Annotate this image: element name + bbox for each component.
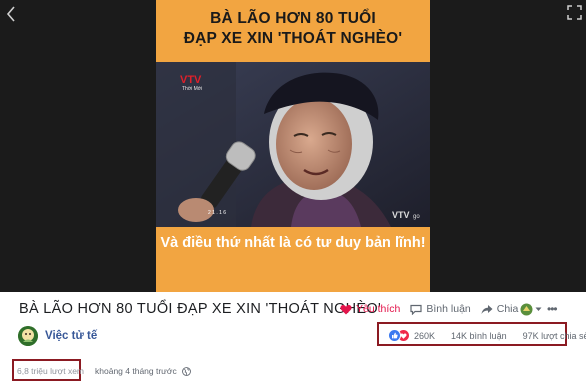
- post-title: BÀ LÃO HƠN 80 TUỔI ĐẠP XE XIN 'THOÁT NGH…: [19, 301, 382, 317]
- video-scene: 2 1 . 1 6 VTV Thời Mới VTV go: [156, 62, 430, 227]
- svg-text:VTV: VTV: [392, 210, 410, 220]
- broadcaster-sub-label: Thời Mới: [182, 86, 203, 92]
- action-bar: Yêu thích Bình luận Chia sẻ: [340, 301, 542, 317]
- reactions[interactable]: 260K: [388, 329, 435, 342]
- video-caption: Và điều thứ nhất là có tư duy bản lĩnh!: [160, 235, 426, 251]
- page-info[interactable]: Việc tử tế: [18, 326, 97, 346]
- vtvgo-logo: VTV go: [392, 210, 420, 220]
- comment-icon: [410, 304, 422, 315]
- comment-count-link[interactable]: 14K bình luận: [451, 331, 507, 341]
- chevron-down-icon[interactable]: [535, 307, 542, 312]
- more-icon[interactable]: •••: [547, 302, 558, 316]
- share-arrow-icon: [481, 304, 493, 314]
- share-count-link[interactable]: 97K lượt chia sẻ: [523, 331, 586, 341]
- video-viewer[interactable]: BÀ LÃO HƠN 80 TUỔI ĐẠP XE XIN 'THOÁT NGH…: [0, 0, 586, 292]
- like-button[interactable]: Yêu thích: [340, 303, 400, 315]
- post-meta: 6,8 triệu lượt xem khoảng 4 tháng trước: [17, 366, 191, 376]
- video-frame[interactable]: BÀ LÃO HƠN 80 TUỔI ĐẠP XE XIN 'THOÁT NGH…: [156, 0, 430, 292]
- comment-button[interactable]: Bình luận: [410, 303, 471, 315]
- post-timestamp[interactable]: khoảng 4 tháng trước: [95, 366, 177, 376]
- comment-label: Bình luận: [426, 303, 471, 315]
- reaction-count: 260K: [414, 330, 436, 341]
- globe-icon: [181, 366, 191, 376]
- svg-text:VTV: VTV: [180, 74, 202, 86]
- heart-icon: [340, 304, 352, 314]
- like-reaction-icon: [388, 329, 401, 342]
- svg-text:go: go: [413, 214, 420, 220]
- banner-line-2: ĐẠP XE XIN 'THOÁT NGHÈO': [183, 30, 403, 47]
- more-menu[interactable]: •••: [520, 302, 558, 316]
- expand-icon[interactable]: [567, 5, 582, 20]
- like-label: Yêu thích: [356, 303, 401, 315]
- video-banner: BÀ LÃO HƠN 80 TUỔI ĐẠP XE XIN 'THOÁT NGH…: [156, 0, 430, 58]
- back-arrow-icon[interactable]: [3, 6, 19, 26]
- banner-line-1: BÀ LÃO HƠN 80 TUỔI: [210, 10, 376, 27]
- view-count: 6,8 triệu lượt xem: [17, 366, 85, 376]
- page-name-link[interactable]: Việc tử tế: [45, 330, 97, 342]
- vtv1-logo: VTV: [180, 74, 202, 86]
- avatar[interactable]: [18, 326, 38, 346]
- page-avatar-small-icon: [520, 303, 533, 315]
- svg-text:2 1 . 1 6: 2 1 . 1 6: [208, 210, 226, 216]
- post-stats: 260K 14K bình luận 97K lượt chia sẻ: [388, 329, 586, 342]
